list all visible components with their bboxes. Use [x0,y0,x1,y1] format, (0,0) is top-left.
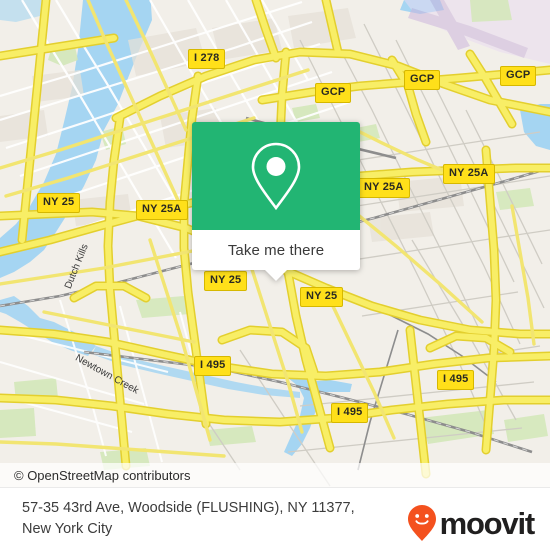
highway-shield: NY 25 [37,193,81,213]
highway-shield: NY 25A [136,200,188,220]
footer-bar: 57-35 43rd Ave, Woodside (FLUSHING), NY … [0,487,550,550]
map-pin-icon [251,142,301,211]
highway-shield: I 495 [194,356,232,376]
moovit-logo[interactable]: moovit [407,504,536,542]
highway-shield: I 278 [188,49,226,69]
highway-shield: GCP [404,70,441,90]
highway-shield: NY 25A [358,178,410,198]
highway-shield: GCP [500,66,537,86]
popup-cta-area[interactable]: Take me there [192,230,360,281]
highway-shield: I 495 [331,403,369,423]
address-line-2: New York City [22,521,113,537]
highway-shield: NY 25 [300,287,344,307]
highway-shield: NY 25 [204,271,248,291]
osm-attribution[interactable]: © OpenStreetMap contributors [14,468,191,483]
address-block: 57-35 43rd Ave, Woodside (FLUSHING), NY … [22,498,402,540]
take-me-there-label: Take me there [227,241,325,259]
highway-shield: NY 25A [443,164,495,184]
location-popup-card[interactable]: Take me there [192,122,360,281]
popup-image-area [192,122,360,230]
highway-shield: I 495 [437,370,475,390]
moovit-wordmark: moovit [439,505,536,541]
address-line-1: 57-35 43rd Ave, Woodside (FLUSHING), NY … [22,500,355,516]
highway-shield: GCP [315,83,352,103]
map-canvas[interactable]: I 278 GCP GCP GCP NY 25 NY 25A NY 25A NY… [0,0,550,487]
map-screenshot: I 278 GCP GCP GCP NY 25 NY 25A NY 25A NY… [0,0,550,550]
moovit-smiley-pin-icon [407,505,436,541]
popup-pointer-tail [265,270,287,281]
